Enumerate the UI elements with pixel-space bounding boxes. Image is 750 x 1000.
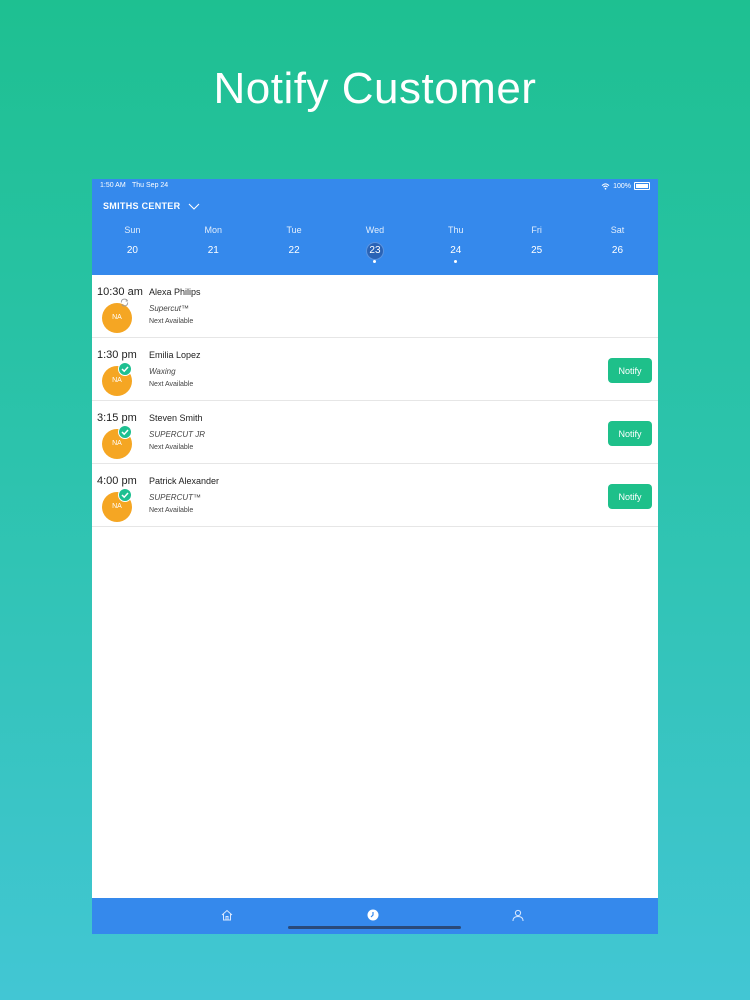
availability-text: Next Available xyxy=(149,318,194,325)
week-day-selector: Sun 20 Mon 21 Tue 22 Wed 23 Thu 24 Fri 25 Sat 26 xyxy=(92,225,658,263)
notify-button[interactable]: Notify xyxy=(608,484,652,509)
availability-text: Next Available xyxy=(149,444,194,451)
sync-icon xyxy=(120,298,129,307)
appointment-row[interactable]: 3:15 pm NA Steven Smith SUPERCUT JR Next Ava… xyxy=(92,401,658,464)
customer-name: Patrick Alexander xyxy=(149,476,220,486)
home-icon[interactable] xyxy=(220,908,234,922)
customer-name: Steven Smith xyxy=(149,413,203,423)
chevron-down-icon xyxy=(189,203,200,210)
day-thu[interactable]: Thu 24 xyxy=(415,225,496,263)
availability-text: Next Available xyxy=(149,381,194,388)
battery-icon xyxy=(634,182,650,190)
day-number: 25 xyxy=(531,245,543,256)
status-bar: 1:50 AM Thu Sep 24 100% xyxy=(100,182,650,194)
user-icon[interactable] xyxy=(511,908,525,922)
wifi-icon xyxy=(601,182,610,190)
day-tue[interactable]: Tue 22 xyxy=(254,225,335,259)
location-name: SMITHS CENTER xyxy=(103,201,181,211)
day-number-selected: 23 xyxy=(366,243,383,259)
app-header: 1:50 AM Thu Sep 24 100% SMITHS CENTER Su… xyxy=(92,179,658,275)
appointment-row[interactable]: 10:30 am NA Alexa Philips Supercut™ Next Ava… xyxy=(92,275,658,338)
customer-name: Alexa Philips xyxy=(149,287,201,297)
day-number: 21 xyxy=(207,245,219,256)
check-icon xyxy=(118,362,132,376)
appointment-list: 10:30 am NA Alexa Philips Supercut™ Next Ava… xyxy=(92,275,658,527)
service-name: Supercut™ xyxy=(149,304,190,313)
day-name: Thu xyxy=(448,225,464,235)
day-name: Fri xyxy=(531,225,542,235)
status-date: Thu Sep 24 xyxy=(132,182,169,189)
day-name: Mon xyxy=(204,225,223,235)
check-icon xyxy=(118,425,132,439)
day-number: 24 xyxy=(450,245,462,256)
customer-name: Emilia Lopez xyxy=(149,350,201,360)
appointment-dot xyxy=(373,260,377,263)
service-name: Waxing xyxy=(149,367,176,376)
tab-bar xyxy=(92,898,658,934)
day-name: Wed xyxy=(365,225,385,235)
status-time: 1:50 AM xyxy=(100,182,126,189)
appointment-time: 4:00 pm xyxy=(97,475,137,487)
appointment-row[interactable]: 4:00 pm NA Patrick Alexander SUPERCUT™ Next … xyxy=(92,464,658,527)
app-screen: 1:50 AM Thu Sep 24 100% SMITHS CENTER Su… xyxy=(92,179,658,934)
headline: Notify Customer xyxy=(213,64,537,113)
day-wed[interactable]: Wed 23 xyxy=(335,225,416,263)
appointment-time: 1:30 pm xyxy=(97,349,137,361)
day-name: Sat xyxy=(610,225,625,235)
battery-percent: 100% xyxy=(613,182,631,190)
day-mon[interactable]: Mon 21 xyxy=(173,225,254,259)
appointment-time: 3:15 pm xyxy=(97,412,137,424)
location-selector[interactable]: SMITHS CENTER xyxy=(103,201,200,211)
day-name: Sun xyxy=(124,225,141,235)
day-fri[interactable]: Fri 25 xyxy=(496,225,577,259)
day-number: 20 xyxy=(126,245,138,256)
day-sat[interactable]: Sat 26 xyxy=(577,225,658,259)
clock-icon[interactable] xyxy=(366,908,380,922)
notify-button[interactable]: Notify xyxy=(608,421,652,446)
appointment-row[interactable]: 1:30 pm NA Emilia Lopez Waxing Next Availabl… xyxy=(92,338,658,401)
day-number: 26 xyxy=(611,245,624,256)
notify-button[interactable]: Notify xyxy=(608,358,652,383)
day-number: 22 xyxy=(288,245,300,256)
check-icon xyxy=(118,488,132,502)
status-right: 100% xyxy=(601,182,650,190)
appointment-dot xyxy=(454,260,458,263)
home-indicator xyxy=(288,926,461,929)
service-name: SUPERCUT™ xyxy=(149,493,202,502)
service-name: SUPERCUT JR xyxy=(149,430,206,439)
day-name: Tue xyxy=(286,225,302,235)
day-sun[interactable]: Sun 20 xyxy=(92,225,173,259)
availability-text: Next Available xyxy=(149,507,194,514)
